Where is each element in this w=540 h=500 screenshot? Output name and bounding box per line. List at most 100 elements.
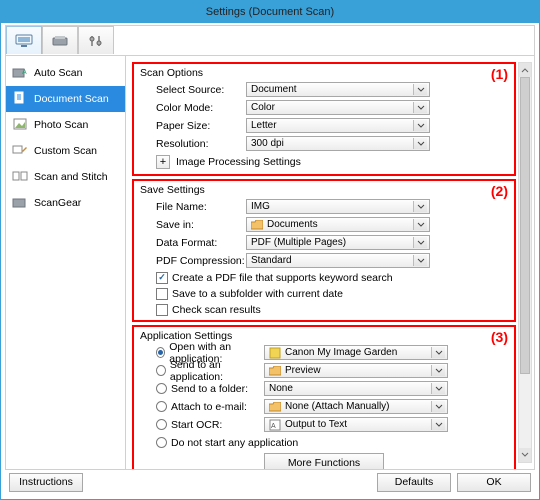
radio-open-with-app[interactable] xyxy=(156,347,165,358)
data-format-label: Data Format: xyxy=(138,237,246,249)
color-mode-combo[interactable]: Color xyxy=(246,100,430,115)
send-to-folder-combo[interactable]: None xyxy=(264,381,448,396)
sidebar-item-custom-scan[interactable]: Custom Scan xyxy=(6,138,125,164)
file-name-combo[interactable]: IMG xyxy=(246,199,430,214)
sidebar-label: Document Scan xyxy=(34,93,109,105)
sidebar-item-auto-scan[interactable]: A Auto Scan xyxy=(6,60,125,86)
radio-send-to-app[interactable] xyxy=(156,365,166,376)
checkbox-label: Check scan results xyxy=(172,304,261,316)
vertical-scrollbar[interactable] xyxy=(518,62,532,463)
button-label: More Functions xyxy=(288,457,360,469)
scroll-track[interactable] xyxy=(519,77,531,448)
image-processing-label: Image Processing Settings xyxy=(176,156,301,168)
checkbox-label: Create a PDF file that supports keyword … xyxy=(172,272,393,284)
main-split: A Auto Scan Document Scan Photo Scan xyxy=(6,56,534,469)
sidebar-item-photo-scan[interactable]: Photo Scan xyxy=(6,112,125,138)
more-functions-button[interactable]: More Functions xyxy=(264,453,384,469)
stitch-icon xyxy=(12,169,28,185)
chevron-down-icon xyxy=(413,102,427,113)
select-source-combo[interactable]: Document xyxy=(246,82,430,97)
checkbox-check-results[interactable] xyxy=(156,304,168,316)
scroll-thumb[interactable] xyxy=(520,77,530,374)
chevron-down-icon xyxy=(413,255,427,266)
combo-value: Document xyxy=(251,84,297,95)
sidebar-item-scan-and-stitch[interactable]: Scan and Stitch xyxy=(6,164,125,190)
sidebar-item-scangear[interactable]: ScanGear xyxy=(6,190,125,216)
annotation-label-1: (1) xyxy=(491,66,508,82)
defaults-button[interactable]: Defaults xyxy=(377,473,451,492)
custom-scan-icon xyxy=(12,143,28,159)
svg-text:A: A xyxy=(271,423,276,430)
folder-icon xyxy=(269,365,281,377)
send-to-app-combo[interactable]: Preview xyxy=(264,363,448,378)
radio-do-not-start[interactable] xyxy=(156,437,167,448)
chevron-down-icon xyxy=(431,365,445,376)
content-zone: A Auto Scan Document Scan Photo Scan xyxy=(5,25,535,470)
combo-value: Color xyxy=(251,102,275,113)
section-save-settings: Save Settings xyxy=(138,183,510,198)
top-tabs xyxy=(6,26,534,56)
dialog-footer: Instructions Defaults OK xyxy=(5,470,535,495)
paper-size-combo[interactable]: Letter xyxy=(246,118,430,133)
combo-value: None xyxy=(269,383,293,394)
checkbox-subfolder-date[interactable] xyxy=(156,288,168,300)
save-in-combo[interactable]: Documents xyxy=(246,217,430,232)
radio-label-text: Send to an application: xyxy=(170,359,264,383)
chevron-down-icon xyxy=(413,201,427,212)
tab-general-settings[interactable] xyxy=(78,26,114,54)
section-scan-options: Scan Options xyxy=(138,66,510,81)
file-name-label: File Name: xyxy=(138,201,246,213)
button-label: Defaults xyxy=(395,476,434,488)
auto-scan-icon: A xyxy=(12,65,28,81)
radio-attach-email[interactable] xyxy=(156,401,167,412)
radio-start-ocr[interactable] xyxy=(156,419,167,430)
pdf-compression-combo[interactable]: Standard xyxy=(246,253,430,268)
chevron-down-icon xyxy=(413,138,427,149)
scroll-down-arrow-icon[interactable] xyxy=(519,448,531,462)
sidebar-item-document-scan[interactable]: Document Scan xyxy=(6,86,125,112)
scroll-up-arrow-icon[interactable] xyxy=(519,63,531,77)
open-with-app-combo[interactable]: Canon My Image Garden xyxy=(264,345,448,360)
ok-button[interactable]: OK xyxy=(457,473,531,492)
radio-label-text: Start OCR: xyxy=(171,419,222,431)
combo-value: Documents xyxy=(267,219,318,230)
color-mode-label: Color Mode: xyxy=(138,102,246,114)
tab-scan-from-operation-panel[interactable] xyxy=(42,26,78,54)
chevron-down-icon xyxy=(413,237,427,248)
combo-value: Preview xyxy=(285,365,321,376)
combo-value: Output to Text xyxy=(285,419,347,430)
chevron-down-icon xyxy=(431,419,445,430)
attach-email-combo[interactable]: None (Attach Manually) xyxy=(264,399,448,414)
pdf-compression-label: PDF Compression: xyxy=(138,255,246,267)
folder-icon xyxy=(251,219,263,231)
radio-label-text: Send to a folder: xyxy=(171,383,248,395)
app-icon xyxy=(269,347,281,359)
combo-value: 300 dpi xyxy=(251,138,284,149)
window-title: Settings (Document Scan) xyxy=(206,6,334,18)
combo-value: PDF (Multiple Pages) xyxy=(251,237,346,248)
save-in-label: Save in: xyxy=(138,219,246,231)
radio-send-to-folder[interactable] xyxy=(156,383,167,394)
annotation-box-1: (1) Scan Options Select Source: Document… xyxy=(132,62,516,176)
monitor-icon xyxy=(15,34,33,48)
sidebar-label: ScanGear xyxy=(34,197,81,209)
resolution-combo[interactable]: 300 dpi xyxy=(246,136,430,151)
annotation-box-2: (2) Save Settings File Name: IMG Save in… xyxy=(132,179,516,322)
window-body: A Auto Scan Document Scan Photo Scan xyxy=(1,23,539,499)
expand-image-processing[interactable]: + xyxy=(156,155,170,169)
sliders-icon xyxy=(87,34,105,48)
select-source-label: Select Source: xyxy=(138,84,246,96)
sidebar-label: Custom Scan xyxy=(34,145,97,157)
combo-value: Letter xyxy=(251,120,277,131)
tab-scan-from-computer[interactable] xyxy=(6,26,42,54)
data-format-combo[interactable]: PDF (Multiple Pages) xyxy=(246,235,430,250)
scanner-icon xyxy=(51,34,69,48)
button-label: Instructions xyxy=(19,476,73,488)
ocr-icon: A xyxy=(269,419,281,431)
start-ocr-combo[interactable]: A Output to Text xyxy=(264,417,448,432)
instructions-button[interactable]: Instructions xyxy=(9,473,83,492)
svg-text:A: A xyxy=(22,69,27,76)
combo-value: None (Attach Manually) xyxy=(285,401,390,412)
checkbox-keyword-search[interactable] xyxy=(156,272,168,284)
sidebar-label: Photo Scan xyxy=(34,119,88,131)
